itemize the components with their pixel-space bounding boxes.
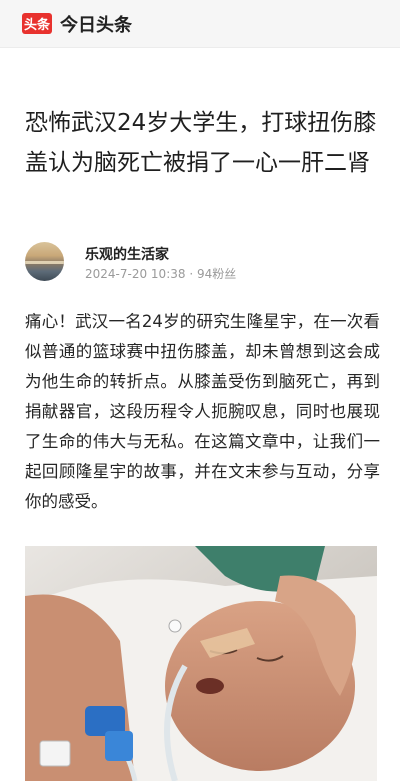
publish-date: 2024-7-20 10:38 — [85, 267, 186, 281]
article-body: 痛心！武汉一名24岁的研究生隆星宇，在一次看似普通的篮球赛中扭伤膝盖，却未曾想到… — [25, 312, 380, 511]
meta-separator: · — [185, 267, 197, 281]
article-meta: 2024-7-20 10:38 · 94粉丝 — [85, 265, 236, 282]
author-avatar[interactable] — [25, 242, 64, 281]
hospital-photo-illustration — [25, 546, 377, 781]
app-title: 今日头条 — [60, 14, 132, 36]
top-bar: 头条 今日头条 — [0, 0, 400, 48]
article-photo[interactable] — [25, 546, 377, 781]
article-headline: 恐怖武汉24岁大学生，打球扭伤膝盖认为脑死亡被捐了一心一肝二肾 — [25, 110, 377, 176]
follower-count: 94粉丝 — [196, 267, 237, 281]
author-row[interactable]: 乐观的生活家 2024-7-20 10:38 · 94粉丝 — [25, 240, 380, 285]
toutiao-logo[interactable]: 头条 — [22, 13, 52, 34]
author-name[interactable]: 乐观的生活家 — [85, 244, 169, 264]
